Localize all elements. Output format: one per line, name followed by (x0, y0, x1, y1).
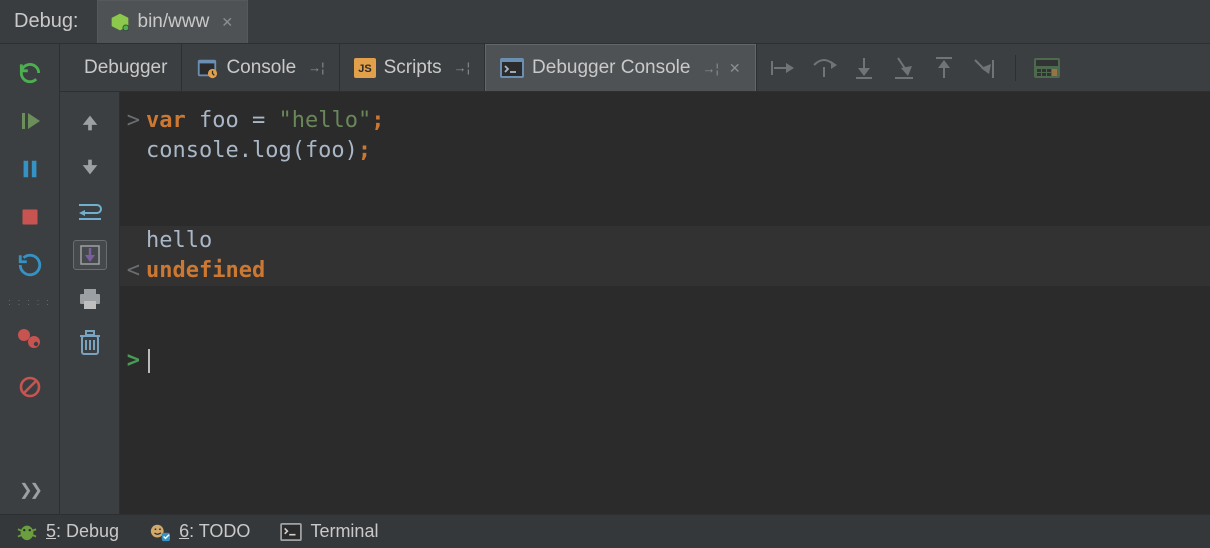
evaluate-expression-button[interactable] (1030, 53, 1064, 83)
console-input-line: > var foo = "hello"; (120, 106, 1210, 136)
tab-label: Debugger (84, 57, 167, 79)
input-marker: > (120, 106, 146, 136)
step-over-button[interactable] (807, 53, 841, 83)
output-text: hello (146, 226, 212, 256)
toolwindow-label: 6: TODO (179, 521, 250, 542)
js-icon: JS (354, 58, 376, 78)
debug-tabstrip: Debugger Console →¦ JS Scripts →¦ (60, 44, 1210, 92)
close-icon[interactable]: ✕ (221, 14, 233, 31)
stop-button[interactable] (13, 202, 47, 232)
close-icon[interactable]: ✕ (729, 60, 741, 77)
console-prompt-line[interactable]: > (120, 346, 1210, 376)
console-icon (196, 57, 218, 79)
tab-console[interactable]: Console →¦ (182, 44, 339, 91)
step-out-button[interactable] (927, 53, 961, 83)
caret (148, 349, 150, 373)
toolwindow-todo[interactable]: 6: TODO (149, 521, 250, 542)
resume-button[interactable] (13, 106, 47, 136)
toolwindow-terminal[interactable]: Terminal (280, 521, 378, 542)
console-input-line: console.log(foo); (120, 136, 1210, 166)
view-breakpoints-button[interactable] (13, 324, 47, 354)
svg-text:JS: JS (358, 63, 371, 75)
blank-line (120, 196, 1210, 226)
expand-icon[interactable]: ❯❯ (19, 480, 40, 500)
pin-icon[interactable]: →¦ (454, 60, 470, 75)
toolwindow-label: 5: Debug (46, 521, 119, 542)
return-value: undefined (146, 256, 265, 286)
code-text: var foo = "hello"; (146, 106, 384, 136)
tab-debugger[interactable]: Debugger (70, 44, 182, 91)
console-gutter-toolbar (60, 92, 120, 514)
terminal-icon (280, 523, 302, 541)
clear-all-button[interactable] (73, 328, 107, 358)
show-execution-point-button[interactable] (767, 53, 801, 83)
prompt-input[interactable] (146, 346, 150, 376)
blank-line (120, 316, 1210, 346)
blank-line (120, 166, 1210, 196)
terminal-icon (500, 58, 524, 78)
return-marker: < (120, 256, 146, 286)
force-step-into-button[interactable] (887, 53, 921, 83)
print-button[interactable] (73, 284, 107, 314)
toolwindow-label: Terminal (310, 521, 378, 542)
step-into-button[interactable] (847, 53, 881, 83)
tab-label: Console (226, 57, 296, 79)
restart-button[interactable] (13, 250, 47, 280)
pin-icon[interactable]: →¦ (308, 60, 324, 75)
scroll-down-button[interactable] (73, 152, 107, 182)
console-output-line: hello (120, 226, 1210, 256)
debug-run-toolbar: · · · · ·· · · · · ❯❯ (0, 44, 60, 514)
console-return-line: < undefined (120, 256, 1210, 286)
bottom-tool-bar: 5: Debug 6: TODO Terminal (0, 514, 1210, 548)
soft-wrap-button[interactable] (73, 196, 107, 226)
separator (1015, 55, 1016, 81)
input-marker (120, 136, 146, 166)
separator-dots: · · · · ·· · · · · (8, 298, 51, 306)
scroll-to-end-button[interactable] (73, 240, 107, 270)
code-text: console.log(foo); (146, 136, 371, 166)
tab-scripts[interactable]: JS Scripts →¦ (340, 44, 485, 91)
tab-debugger-console[interactable]: Debugger Console →¦ ✕ (485, 44, 756, 91)
session-file: bin/www (138, 11, 210, 33)
debugger-console-output[interactable]: > var foo = "hello"; console.log(foo); h… (120, 92, 1210, 514)
toolwindow-debug[interactable]: 5: Debug (16, 521, 119, 542)
step-actions-toolbar (756, 44, 1074, 91)
rerun-button[interactable] (13, 58, 47, 88)
nodejs-icon (110, 12, 130, 32)
mute-breakpoints-button[interactable] (13, 372, 47, 402)
tab-label: Scripts (384, 57, 442, 79)
debug-session-tab[interactable]: bin/www ✕ (97, 0, 249, 43)
bug-icon (16, 522, 38, 542)
pause-button[interactable] (13, 154, 47, 184)
pin-icon[interactable]: →¦ (702, 61, 718, 76)
debug-label: Debug: (14, 10, 79, 33)
scroll-up-button[interactable] (73, 108, 107, 138)
run-to-cursor-button[interactable] (967, 53, 1001, 83)
debug-title-bar: Debug: bin/www ✕ (0, 0, 1210, 44)
tab-label: Debugger Console (532, 57, 690, 79)
prompt-marker: > (120, 346, 146, 376)
todo-icon (149, 522, 171, 542)
blank-line (120, 286, 1210, 316)
